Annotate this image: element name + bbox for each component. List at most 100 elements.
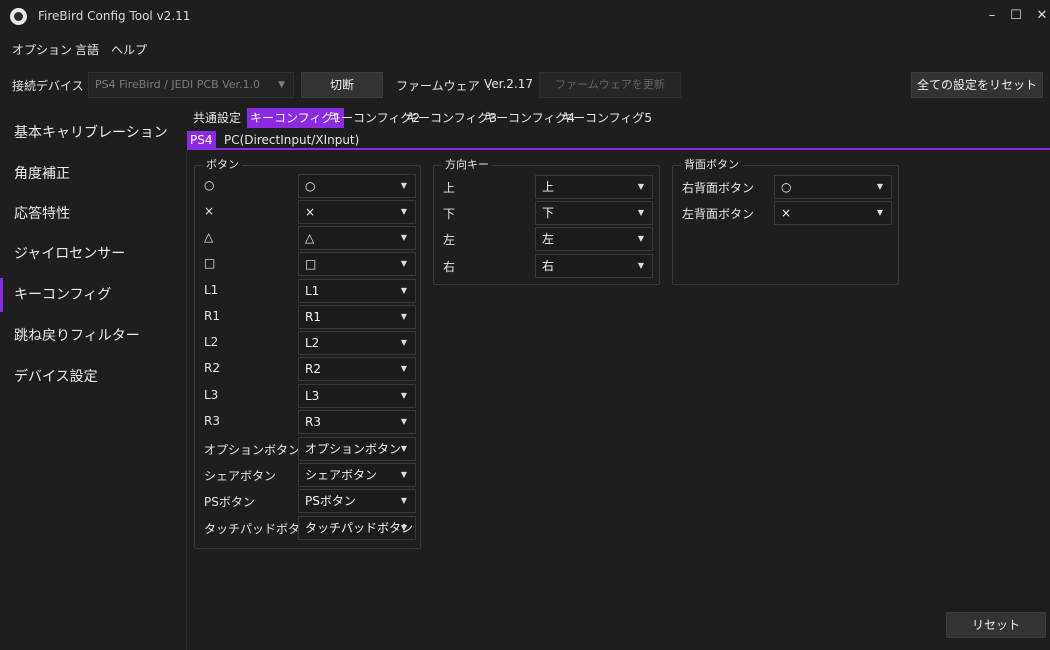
reset-button[interactable]: リセット (946, 612, 1046, 638)
button-label: タッチパッドボタン (204, 522, 313, 536)
dpad-row-down: 下 下 ▼ (443, 201, 658, 225)
subtab-pc[interactable]: PC(DirectInput/XInput) (221, 131, 362, 149)
button-map-select[interactable]: L3 ▼ (298, 384, 416, 408)
button-map-select[interactable]: L2 ▼ (298, 331, 416, 355)
button-map-select[interactable]: □ ▼ (298, 252, 416, 276)
button-label: △ (204, 230, 214, 244)
close-button[interactable]: ✕ (1030, 4, 1050, 28)
minimize-button[interactable]: – (980, 4, 1004, 28)
menu-help[interactable]: ヘルプ (111, 41, 147, 58)
button-map-select[interactable]: タッチパッドボタン ▼ (298, 516, 416, 540)
button-row-square: □ □ ▼ (204, 252, 419, 276)
button-map-select[interactable]: R3 ▼ (298, 410, 416, 434)
sidebar: 基本キャリブレーション 角度補正 応答特性 ジャイロセンサー キーコンフィグ 跳… (0, 112, 186, 650)
button-label: シェアボタン (204, 469, 277, 483)
sidebar-item-device-settings[interactable]: デバイス設定 (0, 360, 186, 394)
dpad-map-select[interactable]: 下 ▼ (535, 201, 653, 225)
chevron-down-icon: ▼ (637, 234, 644, 243)
button-row-triangle: △ △ ▼ (204, 226, 419, 250)
tab-common[interactable]: 共通設定 (190, 108, 244, 128)
chevron-down-icon: ▼ (876, 208, 883, 217)
button-map-select[interactable]: ○ ▼ (298, 174, 416, 198)
device-select[interactable]: PS4 FireBird / JEDI PCB Ver.1.0 ▼ (88, 72, 294, 98)
sidebar-item-angle-correction[interactable]: 角度補正 (0, 157, 186, 191)
button-label: R2 (204, 361, 220, 375)
disconnect-button[interactable]: 切断 (301, 72, 383, 98)
dpad-map-select[interactable]: 左 ▼ (535, 227, 653, 251)
button-label: R1 (204, 309, 220, 323)
chevron-down-icon: ▼ (400, 496, 407, 505)
back-buttons-group-title: 背面ボタン (681, 159, 742, 171)
chevron-down-icon: ▼ (876, 182, 883, 191)
menu-bar: オプション 言語 ヘルプ (0, 38, 1050, 60)
sidebar-item-gyro[interactable]: ジャイロセンサー (0, 237, 186, 271)
maximize-button[interactable]: ☐ (1004, 4, 1028, 28)
dpad-map-select[interactable]: 右 ▼ (535, 254, 653, 278)
button-label: オプションボタン (204, 443, 301, 457)
window-title: FireBird Config Tool v2.11 (38, 9, 191, 23)
subtab-ps4[interactable]: PS4 (187, 131, 216, 149)
device-select-value: PS4 FireBird / JEDI PCB Ver.1.0 (95, 78, 261, 91)
button-row-r1: R1 R1 ▼ (204, 305, 419, 329)
chevron-down-icon: ▼ (637, 182, 644, 191)
button-map-select[interactable]: R1 ▼ (298, 305, 416, 329)
button-map-select[interactable]: × ▼ (298, 200, 416, 224)
tab-bar: 共通設定 キーコンフィグ1 キーコンフィグ2 キーコンフィグ3 キーコンフィグ4… (187, 108, 1050, 128)
button-map-select[interactable]: PSボタン ▼ (298, 489, 416, 513)
button-map-select[interactable]: L1 ▼ (298, 279, 416, 303)
subtab-bar: PS4 PC(DirectInput/XInput) (187, 129, 1050, 150)
button-label: L3 (204, 388, 219, 402)
back-row-left: 左背面ボタン × ▼ (682, 201, 897, 225)
button-label: □ (204, 256, 216, 270)
button-map-select[interactable]: オプションボタン ▼ (298, 437, 416, 461)
dpad-label: 下 (443, 207, 456, 221)
chevron-down-icon: ▼ (400, 444, 407, 453)
chevron-down-icon: ▼ (400, 259, 407, 268)
buttons-group-title: ボタン (203, 159, 242, 171)
back-button-map-select[interactable]: × ▼ (774, 201, 892, 225)
sidebar-item-rebound-filter[interactable]: 跳ね戻りフィルター (0, 319, 186, 353)
button-label: R3 (204, 414, 220, 428)
sidebar-item-key-config[interactable]: キーコンフィグ (0, 278, 186, 312)
update-firmware-button[interactable]: ファームウェアを更新 (539, 72, 681, 98)
button-row-options: オプションボタン オプションボタン ▼ (204, 437, 419, 461)
dpad-label: 右 (443, 260, 456, 274)
button-row-l1: L1 L1 ▼ (204, 279, 419, 303)
button-map-select[interactable]: △ ▼ (298, 226, 416, 250)
chevron-down-icon: ▼ (400, 233, 407, 242)
back-button-label: 右背面ボタン (682, 181, 755, 195)
chevron-down-icon: ▼ (400, 286, 407, 295)
button-label: L2 (204, 335, 219, 349)
device-bar: 接続デバイス PS4 FireBird / JEDI PCB Ver.1.0 ▼… (0, 70, 1050, 100)
button-row-touchpad: タッチパッドボタン タッチパッドボタン ▼ (204, 516, 419, 540)
sidebar-item-response[interactable]: 応答特性 (0, 197, 186, 231)
reset-all-settings-button[interactable]: 全ての設定をリセット (911, 72, 1043, 98)
chevron-down-icon: ▼ (278, 80, 285, 90)
firebird-logo-icon (10, 8, 27, 25)
chevron-down-icon: ▼ (400, 181, 407, 190)
button-map-select[interactable]: R2 ▼ (298, 357, 416, 381)
chevron-down-icon: ▼ (400, 338, 407, 347)
back-button-map-select[interactable]: ○ ▼ (774, 175, 892, 199)
chevron-down-icon: ▼ (637, 261, 644, 270)
menu-options[interactable]: オプション (12, 41, 72, 58)
back-button-label: 左背面ボタン (682, 207, 755, 221)
chevron-down-icon: ▼ (400, 470, 407, 479)
button-row-ps: PSボタン PSボタン ▼ (204, 489, 419, 513)
device-label: 接続デバイス (12, 79, 84, 93)
dpad-group: 方向キー 上 上 ▼ 下 下 ▼ 左 左 ▼ 右 右 ▼ (433, 159, 660, 285)
button-row-circle: ○ ○ ▼ (204, 174, 419, 198)
dpad-label: 左 (443, 233, 456, 247)
dpad-row-up: 上 上 ▼ (443, 175, 658, 199)
dpad-map-select[interactable]: 上 ▼ (535, 175, 653, 199)
chevron-down-icon: ▼ (400, 391, 407, 400)
sidebar-item-basic-calibration[interactable]: 基本キャリブレーション (0, 116, 186, 150)
chevron-down-icon: ▼ (400, 312, 407, 321)
chevron-down-icon: ▼ (400, 417, 407, 426)
button-label: ○ (204, 178, 215, 192)
tab-keyconfig-5[interactable]: キーコンフィグ5 (558, 108, 655, 128)
button-map-select[interactable]: シェアボタン ▼ (298, 463, 416, 487)
menu-language[interactable]: 言語 (75, 41, 99, 58)
title-bar: FireBird Config Tool v2.11 – ☐ ✕ (0, 0, 1050, 34)
chevron-down-icon: ▼ (400, 364, 407, 373)
